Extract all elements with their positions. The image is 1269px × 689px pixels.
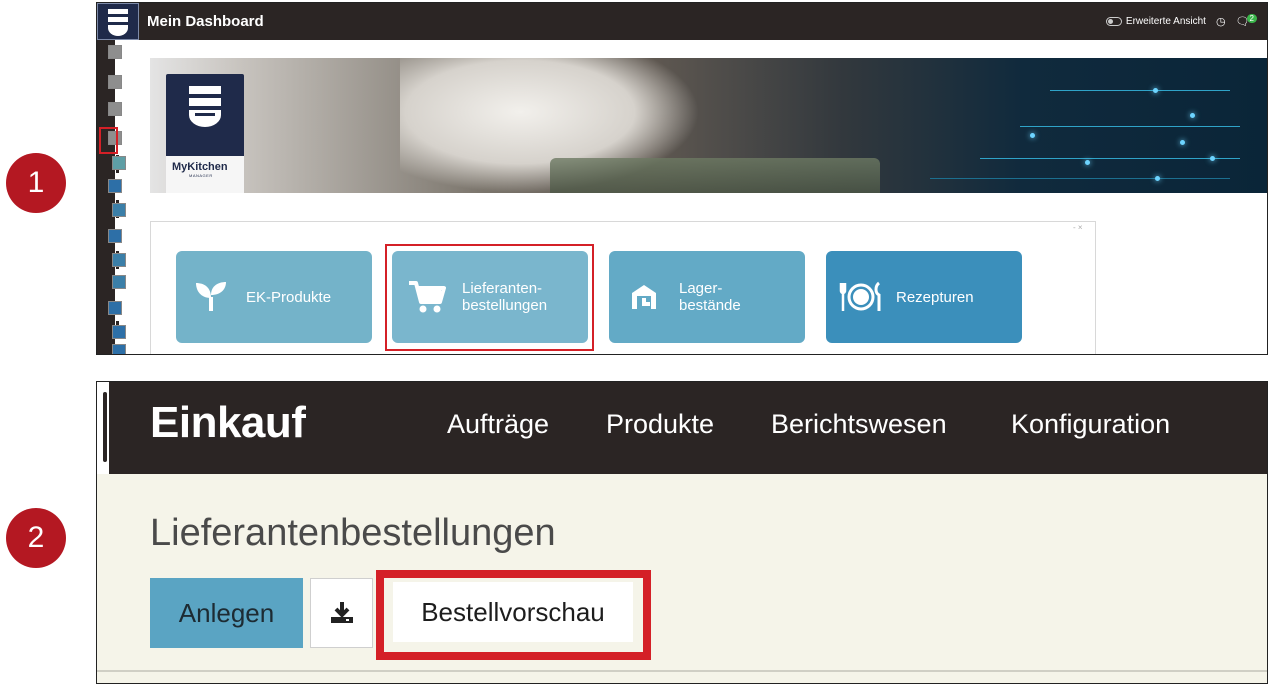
notification-badge: 2 — [1246, 14, 1257, 23]
nav-produkte[interactable]: Produkte — [606, 409, 714, 440]
create-button[interactable]: Anlegen — [150, 578, 303, 648]
toggle-icon — [1105, 17, 1122, 26]
kitchen-logo-icon — [108, 8, 128, 36]
database-icon[interactable] — [112, 325, 126, 339]
recipe-icon[interactable] — [112, 203, 126, 217]
plate-cutlery-icon — [826, 281, 896, 313]
tile-lagerbestaende[interactable]: Lager- bestände — [609, 251, 805, 343]
page-title: Mein Dashboard — [147, 13, 264, 30]
kitchen-stack-icon — [189, 86, 221, 127]
extended-view-label: Erweiterte Ansicht — [1125, 16, 1206, 27]
chart-icon[interactable] — [108, 301, 122, 315]
plate-icon[interactable] — [112, 253, 126, 267]
hero-banner — [150, 58, 1267, 193]
preview-highlight — [376, 570, 651, 660]
nav-konfiguration[interactable]: Konfiguration — [1011, 409, 1170, 440]
tile-rezepturen[interactable]: Rezepturen — [826, 251, 1022, 343]
step-badge-1: 1 — [6, 153, 66, 213]
tile-ek-produkte[interactable]: EK-Produkte — [176, 251, 372, 343]
sprout-icon[interactable] — [112, 156, 126, 170]
gauge-icon[interactable] — [108, 45, 122, 59]
download-icon — [330, 602, 353, 623]
step-badge-2: 2 — [6, 508, 66, 568]
dashboard-screenshot: Mein Dashboard Erweiterte Ansicht ◷ 🗨 2 — [96, 2, 1268, 355]
nav-berichtswesen[interactable]: Berichtswesen — [771, 409, 947, 440]
app-logo[interactable] — [97, 3, 139, 40]
brand-name: MyKitchen — [172, 161, 228, 173]
brand-subtitle: MANAGER — [189, 173, 213, 178]
divider — [97, 670, 1267, 672]
screen-icon[interactable] — [108, 75, 122, 89]
purchase-screenshot: Einkauf Aufträge Produkte Berichtswesen … — [96, 381, 1268, 684]
tools-icon[interactable] — [108, 229, 122, 243]
sprout-icon — [176, 281, 246, 313]
panel-controls[interactable]: - × — [1073, 223, 1083, 232]
nav-auftraege[interactable]: Aufträge — [447, 409, 549, 440]
sidebar-purchase-highlight — [99, 127, 118, 154]
cutting-board-image — [550, 158, 880, 193]
top-bar: Mein Dashboard Erweiterte Ansicht ◷ 🗨 2 — [139, 3, 1267, 40]
calculator-icon[interactable] — [112, 275, 126, 289]
page-title: Lieferantenbestellungen — [150, 512, 556, 554]
tile-label: Rezepturen — [896, 288, 974, 306]
settings-icon[interactable] — [112, 344, 126, 354]
warehouse-icon — [609, 283, 679, 311]
app-drawer-handle[interactable] — [97, 382, 112, 474]
extended-view-toggle[interactable]: Erweiterte Ansicht — [1105, 16, 1206, 27]
module-title[interactable]: Einkauf — [150, 398, 306, 448]
chat-button[interactable]: 🗨 2 — [1236, 14, 1257, 28]
clock-icon[interactable]: ◷ — [1216, 15, 1226, 28]
grid-icon[interactable] — [108, 102, 122, 116]
download-button[interactable] — [310, 578, 373, 648]
tile-highlight — [385, 244, 594, 351]
tile-label: EK-Produkte — [246, 288, 332, 306]
inventory-icon[interactable] — [108, 179, 122, 193]
tile-label: Lager- bestände — [679, 280, 741, 314]
